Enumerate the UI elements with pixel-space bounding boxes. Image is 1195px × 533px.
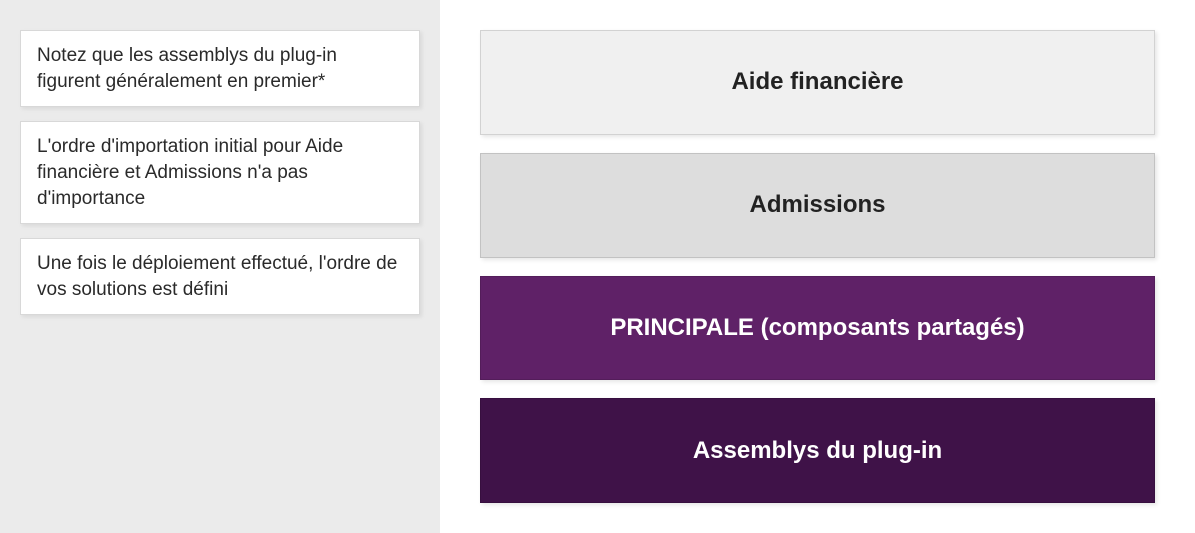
solution-financial-aid: Aide financière	[480, 30, 1155, 135]
solution-principal-shared: PRINCIPALE (composants partagés)	[480, 276, 1155, 381]
notes-panel: Notez que les assemblys du plug-in figur…	[0, 0, 440, 533]
note-item: L'ordre d'importation initial pour Aide …	[20, 121, 420, 224]
solution-plugin-assemblies: Assemblys du plug-in	[480, 398, 1155, 503]
solution-admissions: Admissions	[480, 153, 1155, 258]
solutions-stack: Aide financière Admissions PRINCIPALE (c…	[440, 0, 1195, 533]
note-item: Notez que les assemblys du plug-in figur…	[20, 30, 420, 107]
note-item: Une fois le déploiement effectué, l'ordr…	[20, 238, 420, 315]
